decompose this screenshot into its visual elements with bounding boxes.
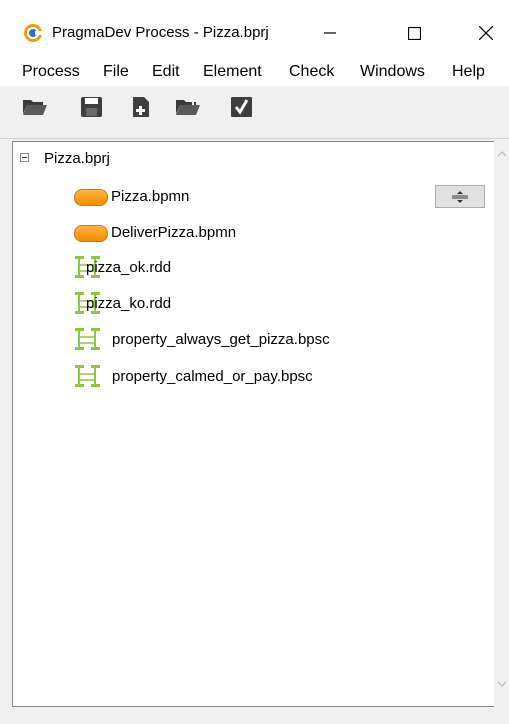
status-bar: [0, 707, 509, 724]
tree-root-label: Pizza.bprj: [44, 150, 110, 167]
tree-item-label: pizza_ko.rdd: [86, 295, 172, 312]
vertical-scrollbar[interactable]: [494, 141, 509, 707]
menu-process[interactable]: Process: [22, 63, 80, 81]
menu-file[interactable]: File: [103, 63, 129, 81]
check-icon: [231, 97, 252, 117]
window-title: PragmaDev Process - Pizza.bprj: [52, 24, 269, 41]
close-button[interactable]: [463, 14, 509, 52]
add-folder-button[interactable]: [175, 94, 201, 120]
new-file-icon: [133, 97, 149, 117]
menu-windows[interactable]: Windows: [360, 63, 425, 81]
splitter-icon: [452, 190, 468, 203]
toolbar: [0, 86, 509, 139]
tree-item-label: DeliverPizza.bpmn: [111, 224, 237, 241]
menu-help[interactable]: Help: [452, 63, 485, 81]
tree-item-label: property_calmed_or_pay.bpsc: [112, 368, 313, 385]
save-button[interactable]: [79, 94, 105, 120]
tree-item-label: Pizza.bpmn: [111, 188, 190, 205]
menu-bar: Process File Edit Element Check Windows …: [0, 58, 509, 86]
bpmn-process-icon: [74, 189, 108, 206]
open-folder-icon: [23, 100, 47, 115]
bpmn-process-icon: [74, 225, 108, 242]
menu-edit[interactable]: Edit: [152, 63, 180, 81]
open-button[interactable]: [22, 94, 48, 120]
check-button[interactable]: [229, 94, 255, 120]
splitter-toggle-button[interactable]: [435, 185, 485, 208]
title-bar: PragmaDev Process - Pizza.bprj: [0, 0, 509, 58]
maximize-icon: [407, 26, 421, 40]
menu-element[interactable]: Element: [203, 63, 262, 81]
close-icon: [479, 26, 493, 40]
scroll-down-icon[interactable]: [497, 679, 507, 689]
new-file-button[interactable]: [128, 94, 154, 120]
collapse-toggle-icon[interactable]: [20, 153, 29, 162]
menu-check[interactable]: Check: [289, 63, 334, 81]
scroll-up-icon[interactable]: [497, 149, 507, 159]
save-icon: [81, 97, 102, 117]
pragmadev-logo-icon: [24, 24, 43, 42]
sequence-diagram-icon: [75, 365, 100, 387]
sequence-diagram-icon: [75, 328, 100, 350]
add-folder-icon: [176, 97, 200, 115]
tree-item-label: pizza_ok.rdd: [86, 259, 172, 276]
minimize-button[interactable]: [307, 14, 353, 52]
tree-item-label: property_always_get_pizza.bpsc: [112, 331, 330, 348]
maximize-button[interactable]: [391, 14, 437, 52]
minimize-icon: [324, 32, 336, 34]
